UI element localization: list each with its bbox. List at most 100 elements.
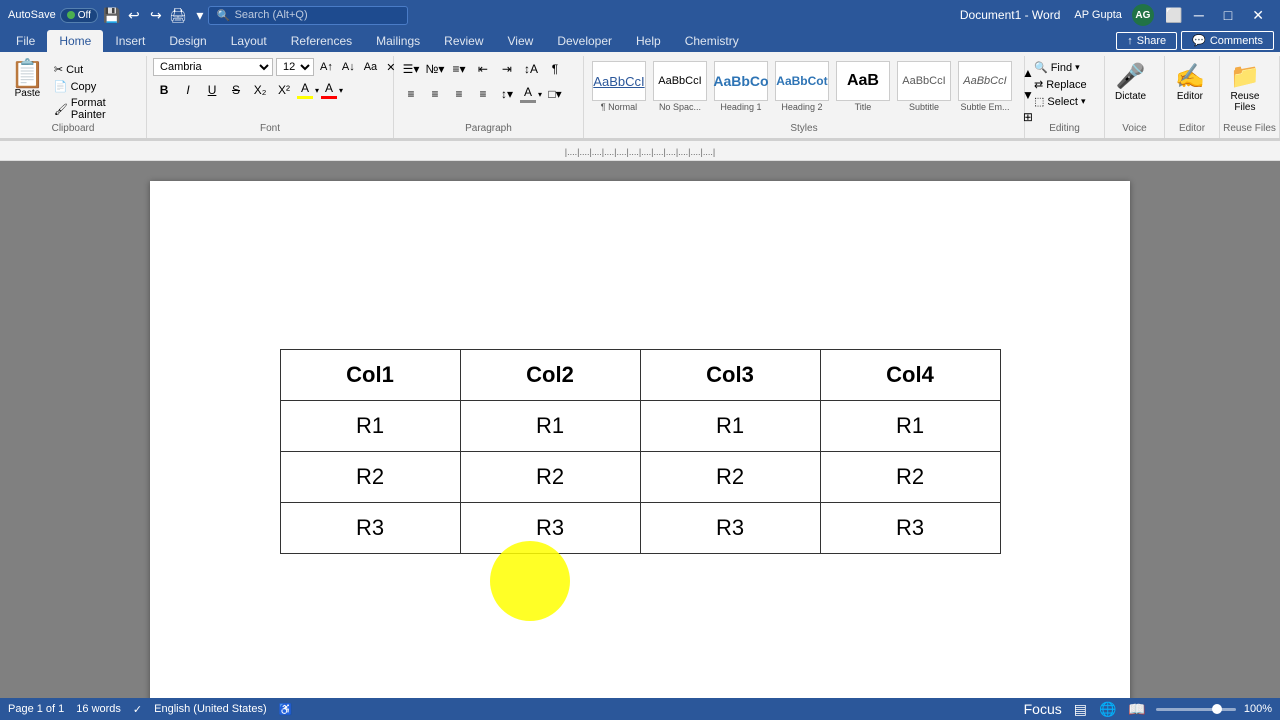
numbered-list-button[interactable]: №▾ [424,58,446,80]
tab-design[interactable]: Design [157,30,218,52]
select-button[interactable]: ⬚ Select ▾ [1031,94,1089,109]
tab-layout[interactable]: Layout [219,30,279,52]
r3c1-cell[interactable]: R3 [280,502,460,553]
style-title[interactable]: AaB Title [834,58,892,115]
print-layout-button[interactable]: ▤ [1072,701,1089,718]
font-color-dropdown-icon[interactable]: ▾ [339,86,343,95]
close-button[interactable]: ✕ [1244,5,1272,26]
page-info[interactable]: Page 1 of 1 [8,703,64,715]
tab-mailings[interactable]: Mailings [364,30,432,52]
highlight-dropdown-icon[interactable]: ▾ [315,86,319,95]
increase-indent-button[interactable]: ⇥ [496,58,518,80]
r1c1-cell[interactable]: R1 [280,400,460,451]
user-avatar[interactable]: AG [1132,4,1154,26]
decrease-indent-button[interactable]: ⇤ [472,58,494,80]
cut-button[interactable]: ✂ Cut [51,62,140,77]
col2-header[interactable]: Col2 [460,349,640,400]
tab-chemistry[interactable]: Chemistry [673,30,751,52]
r2c1-cell[interactable]: R2 [280,451,460,502]
line-spacing-button[interactable]: ↕▾ [496,83,518,105]
r3c2-cell[interactable]: R3 [460,502,640,553]
read-mode-button[interactable]: 📖 [1126,701,1147,718]
ribbon-display-icon[interactable]: ⬜ [1166,7,1182,23]
style-subtle-em[interactable]: AaBbCcI Subtle Em... [956,58,1014,115]
subscript-button[interactable]: X₂ [249,79,271,101]
r1c4-cell[interactable]: R1 [820,400,1000,451]
font-color-button[interactable]: A [321,81,337,99]
align-center-button[interactable]: ≡ [424,83,446,105]
decrease-font-button[interactable]: A↓ [339,61,358,73]
tab-review[interactable]: Review [432,30,495,52]
highlight-color-button[interactable]: A [297,81,313,99]
style-no-spacing[interactable]: AaBbCcI No Spac... [651,58,709,115]
word-count[interactable]: 16 words [76,703,121,715]
tab-developer[interactable]: Developer [545,30,624,52]
web-layout-button[interactable]: 🌐 [1097,701,1118,718]
find-button[interactable]: 🔍 Find ▾ [1031,60,1083,75]
shading-button[interactable]: A [520,85,536,103]
save-icon[interactable]: 💾 [104,7,120,23]
comments-button[interactable]: 💬 Comments [1181,31,1274,50]
paste-button[interactable]: 📋 Paste [6,58,49,101]
tab-file[interactable]: File [4,30,47,52]
reuse-files-button[interactable]: 📁 ReuseFiles [1226,60,1264,115]
border-button[interactable]: □▾ [544,83,566,105]
style-heading2[interactable]: AaBbCot Heading 2 [773,58,831,115]
r3c3-cell[interactable]: R3 [640,502,820,553]
r1c3-cell[interactable]: R1 [640,400,820,451]
share-button[interactable]: ↑ Share [1116,32,1177,50]
superscript-button[interactable]: X² [273,79,295,101]
font-family-select[interactable]: Cambria [153,58,273,76]
tab-insert[interactable]: Insert [103,30,157,52]
spell-check-icon[interactable]: ✓ [133,703,142,716]
style-normal[interactable]: AaBbCcI ¶ Normal [590,58,648,115]
print-icon[interactable]: 🖨 [170,7,186,23]
autosave-area[interactable]: AutoSave Off [8,8,98,23]
zoom-level[interactable]: 100% [1244,703,1272,715]
tab-home[interactable]: Home [47,30,103,52]
minimize-button[interactable]: ─ [1186,5,1212,25]
tab-view[interactable]: View [496,30,546,52]
sort-button[interactable]: ↕A [520,58,542,80]
tab-references[interactable]: References [279,30,364,52]
search-bar[interactable]: 🔍 Search (Alt+Q) [208,6,408,25]
copy-button[interactable]: 📄 Copy [51,79,140,94]
change-case-button[interactable]: Aa [361,61,380,73]
r2c3-cell[interactable]: R2 [640,451,820,502]
style-subtitle[interactable]: AaBbCcI Subtitle [895,58,953,115]
bold-button[interactable]: B [153,79,175,101]
col4-header[interactable]: Col4 [820,349,1000,400]
underline-button[interactable]: U [201,79,223,101]
accessibility-icon[interactable]: ♿ [279,703,293,716]
r1c2-cell[interactable]: R1 [460,400,640,451]
multilevel-list-button[interactable]: ≡▾ [448,58,470,80]
dictate-button[interactable]: 🎤 Dictate [1111,60,1150,104]
r2c2-cell[interactable]: R2 [460,451,640,502]
document-table[interactable]: Col1 Col2 Col3 Col4 R1 R1 R1 R1 R2 R2 R2 [280,349,1001,554]
more-icon[interactable]: ▾ [192,7,208,23]
r3c4-cell[interactable]: R3 [820,502,1000,553]
increase-font-button[interactable]: A↑ [317,61,336,73]
focus-button[interactable]: Focus [1022,701,1064,717]
font-size-select[interactable]: 12 [276,58,314,76]
strikethrough-button[interactable]: S [225,79,247,101]
format-painter-button[interactable]: 🖌 Format Painter [51,96,140,122]
language[interactable]: English (United States) [154,703,267,715]
align-left-button[interactable]: ≡ [400,83,422,105]
col1-header[interactable]: Col1 [280,349,460,400]
align-right-button[interactable]: ≡ [448,83,470,105]
redo-icon[interactable]: ↪ [148,7,164,23]
shading-dropdown-icon[interactable]: ▾ [538,90,542,99]
show-hide-button[interactable]: ¶ [544,58,566,80]
justify-button[interactable]: ≡ [472,83,494,105]
bullet-list-button[interactable]: ☰▾ [400,58,422,80]
find-dropdown[interactable]: ▾ [1075,62,1080,73]
r2c4-cell[interactable]: R2 [820,451,1000,502]
zoom-slider[interactable] [1156,708,1236,711]
editor-button[interactable]: ✍ Editor [1171,60,1209,104]
replace-button[interactable]: ⇄ Replace [1031,77,1090,92]
maximize-button[interactable]: □ [1216,5,1240,25]
autosave-toggle[interactable]: Off [60,8,98,23]
tab-help[interactable]: Help [624,30,673,52]
select-dropdown[interactable]: ▾ [1081,96,1086,107]
